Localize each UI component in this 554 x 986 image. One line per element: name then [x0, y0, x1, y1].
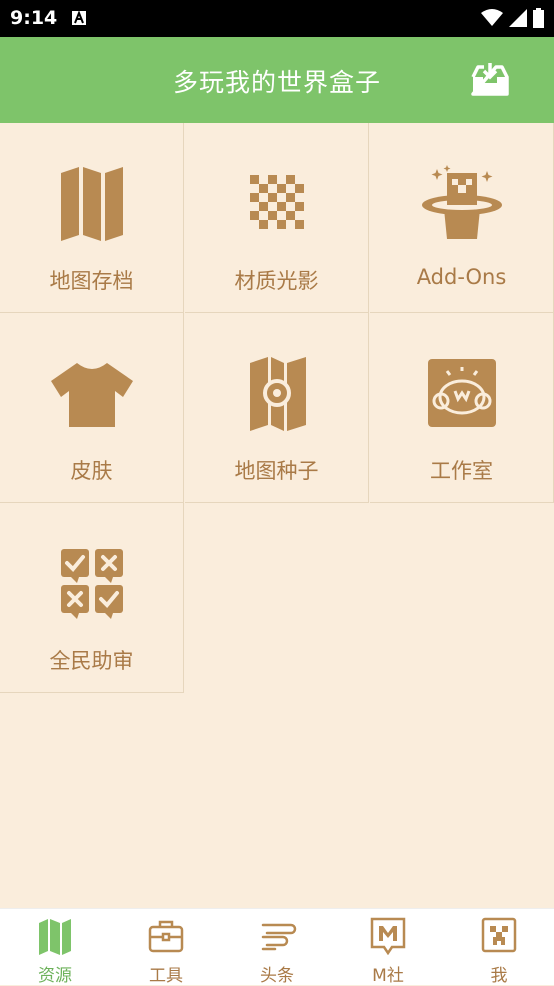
studio-icon [427, 359, 496, 427]
tab-label: M社 [372, 966, 404, 986]
tab-news[interactable]: 头条 [222, 909, 332, 986]
grid-item-label: 工作室 [430, 459, 493, 483]
map-icon [60, 167, 123, 241]
checker-icon [249, 175, 304, 229]
grid-item-texture[interactable]: 材质光影 [185, 123, 369, 313]
grid-item-label: 皮肤 [70, 459, 113, 483]
shirt-icon [50, 363, 133, 427]
m-community-icon [370, 917, 406, 955]
creeper-icon [481, 917, 517, 953]
bottom-tab-bar: 资源 工具 头条 M社 我 [0, 908, 554, 986]
map-icon [39, 919, 71, 955]
status-bar: 9:14 [0, 0, 554, 37]
grid-item-review[interactable]: 全民助审 [0, 503, 184, 693]
notification-icon [72, 11, 86, 25]
magic-hat-icon [421, 165, 502, 239]
grid-item-label: Add-Ons [416, 265, 507, 289]
battery-icon [533, 8, 544, 28]
tab-resources[interactable]: 资源 [0, 909, 110, 986]
tab-label: 工具 [149, 966, 183, 986]
grid-item-label: 材质光影 [234, 269, 319, 293]
status-time: 9:14 [10, 7, 58, 29]
grid-item-label: 地图种子 [234, 459, 319, 483]
news-icon [261, 923, 297, 951]
review-icon [60, 549, 123, 619]
grid-item-label: 地图存档 [49, 269, 134, 293]
app-header: 多玩我的世界盒子 [0, 37, 554, 123]
wifi-icon [481, 9, 503, 26]
signal-icon [509, 9, 527, 27]
tab-label: 我 [490, 966, 508, 986]
grid-item-map-seed[interactable]: 地图种子 [185, 313, 369, 503]
tab-label: 资源 [38, 966, 72, 986]
tab-m-community[interactable]: M社 [333, 909, 443, 986]
grid-item-skins[interactable]: 皮肤 [0, 313, 184, 503]
tab-me[interactable]: 我 [444, 909, 554, 986]
tab-label: 头条 [260, 966, 294, 986]
tab-tools[interactable]: 工具 [111, 909, 221, 986]
map-seed-icon [249, 357, 306, 431]
download-icon[interactable] [470, 61, 510, 97]
toolbox-icon [148, 920, 184, 953]
grid-item-addons[interactable]: Add-Ons [370, 123, 554, 313]
grid-item-label: 全民助审 [49, 649, 134, 673]
grid-item-studio[interactable]: 工作室 [370, 313, 554, 503]
grid-item-map-archive[interactable]: 地图存档 [0, 123, 184, 313]
